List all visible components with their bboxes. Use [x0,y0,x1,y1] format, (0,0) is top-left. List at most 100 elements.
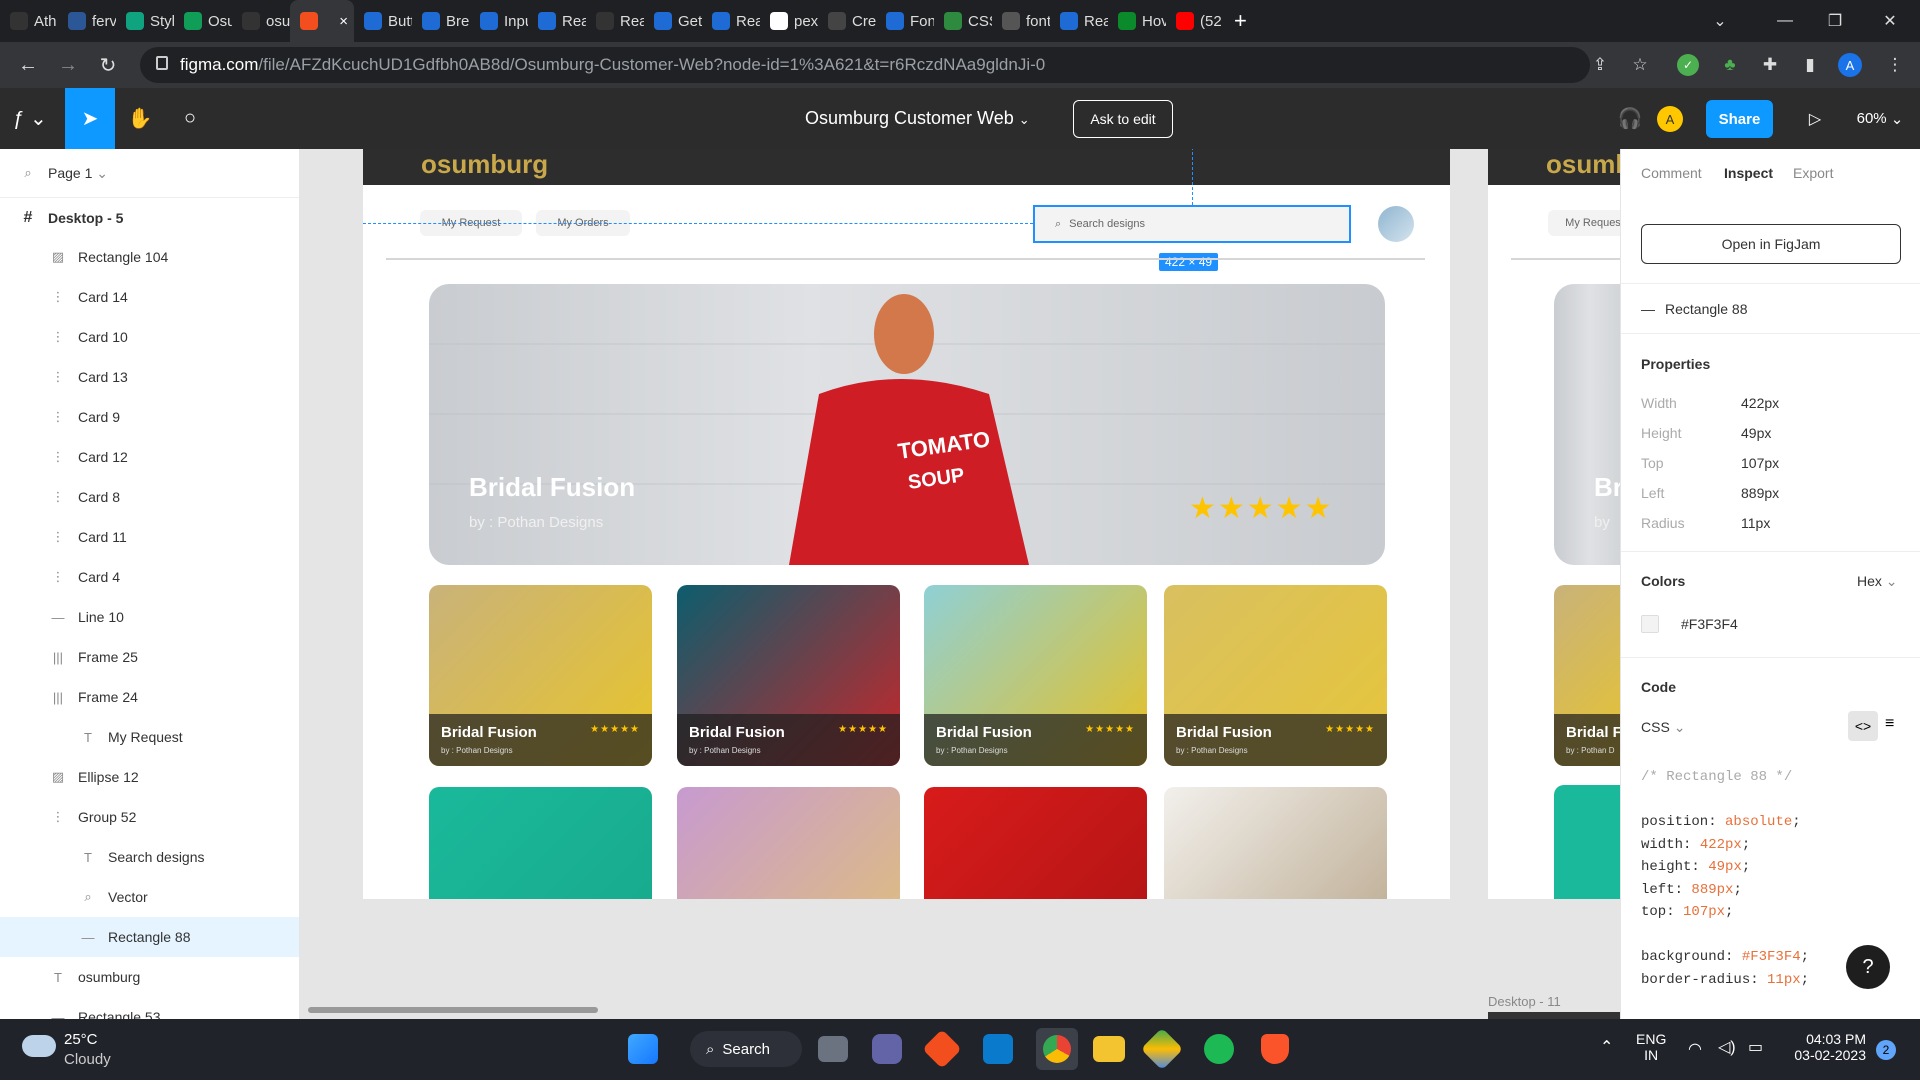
layer-row[interactable]: ⋮ Card 11 [0,517,299,557]
color-format-select[interactable]: Hex ⌄ [1857,573,1898,590]
browser-tab[interactable]: Get [644,0,702,42]
browser-tab[interactable]: × [290,0,354,42]
chrome-icon[interactable] [1036,1028,1078,1070]
layer-row[interactable]: ⋮ Card 10 [0,317,299,357]
share-page-icon[interactable]: ⇪ [1585,50,1615,80]
chevron-up-icon[interactable]: ⌃ [1600,1037,1613,1057]
browser-tab[interactable]: Rea [528,0,586,42]
layer-row[interactable]: — Rectangle 53 [0,997,299,1019]
search-icon[interactable]: ⌕ [20,165,36,181]
task-view-icon[interactable] [818,1036,848,1062]
reload-icon[interactable]: ↻ [88,53,128,78]
ghost-frame[interactable]: osumb My Reques Br by Bridal F by : Poth… [1488,149,1620,899]
horizontal-scrollbar[interactable] [308,1007,598,1013]
battery-icon[interactable]: ▭ [1748,1037,1763,1057]
layer-row[interactable]: Tosumburg [0,957,299,997]
tab-export[interactable]: Export [1793,165,1833,181]
headphones-icon[interactable]: 🎧 [1610,88,1650,149]
browser-tab[interactable]: Inpu [470,0,528,42]
browser-tab[interactable]: CSS [934,0,992,42]
user-avatar[interactable]: A [1657,106,1683,132]
design-card[interactable] [677,787,900,899]
browser-tab[interactable]: Hov [1108,0,1166,42]
layer-row[interactable]: — Line 10 [0,597,299,637]
layer-row[interactable]: ▨ Rectangle 104 [0,237,299,277]
layer-row[interactable]: ⋮ Card 14 [0,277,299,317]
property-value[interactable]: 422px [1741,395,1779,411]
new-tab-button[interactable]: + [1234,8,1247,34]
browser-tab[interactable]: Rea [586,0,644,42]
windows-start-icon[interactable] [628,1034,658,1064]
page-selector[interactable]: ⌕ Page 1 ⌄ [0,149,299,197]
property-value[interactable]: 889px [1741,485,1779,501]
notification-badge[interactable]: 2 [1876,1040,1896,1060]
tab-search-icon[interactable]: ⌄ [1690,0,1750,42]
design-card[interactable]: Bridal Fusion by : Pothan Designs ★★★★★ [1164,585,1387,766]
present-play-icon[interactable]: ▷ [1795,88,1835,149]
figma-main-menu-icon[interactable]: ƒ ⌄ [0,88,60,149]
forward-icon[interactable]: → [48,54,88,77]
property-value[interactable]: 107px [1741,455,1779,471]
color-swatch[interactable] [1641,615,1659,633]
comment-tool-icon[interactable]: ○ [165,88,215,149]
list-view-icon[interactable]: ≡ [1885,715,1894,733]
teams-chat-icon[interactable] [872,1034,902,1064]
browser-menu-icon[interactable]: ⋮ [1880,50,1910,80]
zoom-level[interactable]: 60% ⌄ [1850,88,1910,149]
help-button[interactable]: ? [1846,945,1890,989]
browser-tab[interactable]: Rea [702,0,760,42]
browser-tab[interactable]: Osu [174,0,232,42]
browser-tab[interactable]: Fon [876,0,934,42]
file-explorer-icon[interactable] [1093,1036,1125,1062]
language-indicator[interactable]: ENG IN [1636,1031,1666,1063]
design-card[interactable]: Bridal Fusion by : Pothan Designs ★★★★★ [429,585,652,766]
property-value[interactable]: 49px [1741,425,1771,441]
file-title[interactable]: Osumburg Customer Web ⌄ [805,108,1030,129]
vscode-icon[interactable] [983,1034,1013,1064]
extensions-puzzle-icon[interactable]: ✚ [1755,50,1785,80]
browser-tab[interactable]: Styl [116,0,174,42]
layer-row[interactable]: T My Request [0,717,299,757]
layer-row[interactable]: ⋮ Card 13 [0,357,299,397]
ask-to-edit-button[interactable]: Ask to edit [1073,100,1173,138]
weather-temp[interactable]: 25°C [64,1031,98,1048]
layer-row[interactable]: ⋮ Card 12 [0,437,299,477]
layer-row[interactable]: ⋮ Card 4 [0,557,299,597]
layer-row[interactable]: ▨ Ellipse 12 [0,757,299,797]
weather-desc[interactable]: Cloudy [64,1051,111,1068]
layer-row[interactable]: ⋮ Card 9 [0,397,299,437]
tab-comment[interactable]: Comment [1641,165,1702,181]
layer-row[interactable]: ⋮ Group 52 [0,797,299,837]
design-card[interactable]: Bridal Fusion by : Pothan Designs ★★★★★ [677,585,900,766]
brave-icon[interactable] [1261,1034,1289,1064]
browser-tab[interactable]: pex [760,0,818,42]
hand-tool-icon[interactable]: ✋ [115,88,165,149]
layer-row[interactable]: T Search designs [0,837,299,877]
code-language-select[interactable]: CSS ⌄ [1641,719,1685,736]
close-window-icon[interactable]: ✕ [1860,0,1920,42]
design-profile-avatar[interactable] [1378,206,1414,242]
color-hex-value[interactable]: #F3F3F4 [1681,616,1738,632]
open-in-figjam-button[interactable]: Open in FigJam [1641,224,1901,264]
layer-row[interactable]: — Rectangle 88 [0,917,299,957]
layer-row[interactable]: ||| Frame 24 [0,677,299,717]
browser-tab[interactable]: Butt [354,0,412,42]
browser-tab[interactable]: (52 [1166,0,1224,42]
share-button[interactable]: Share [1706,100,1773,138]
canvas[interactable]: osumburg My Request My Orders ⌕ Search d… [300,149,1620,1019]
cloud-weather-icon[interactable] [22,1035,56,1057]
clock[interactable]: 04:03 PM 03-02-2023 [1786,1031,1866,1063]
frame-label[interactable]: Desktop - 11 [1488,994,1561,1009]
tab-inspect[interactable]: Inspect [1724,165,1773,181]
browser-tab[interactable]: Ath [0,0,58,42]
layer-row[interactable]: ⌕ Vector [0,877,299,917]
volume-icon[interactable]: ◁) [1718,1037,1736,1057]
design-card[interactable] [1164,787,1387,899]
design-card[interactable] [429,787,652,899]
move-tool-icon[interactable]: ➤ [65,88,115,149]
browser-tab[interactable]: Rea [1050,0,1108,42]
app-diamond-icon[interactable] [922,1029,962,1069]
layer-row[interactable]: ||| Frame 25 [0,637,299,677]
app-kite-icon[interactable] [1140,1027,1184,1071]
browser-tab[interactable]: Brea [412,0,470,42]
